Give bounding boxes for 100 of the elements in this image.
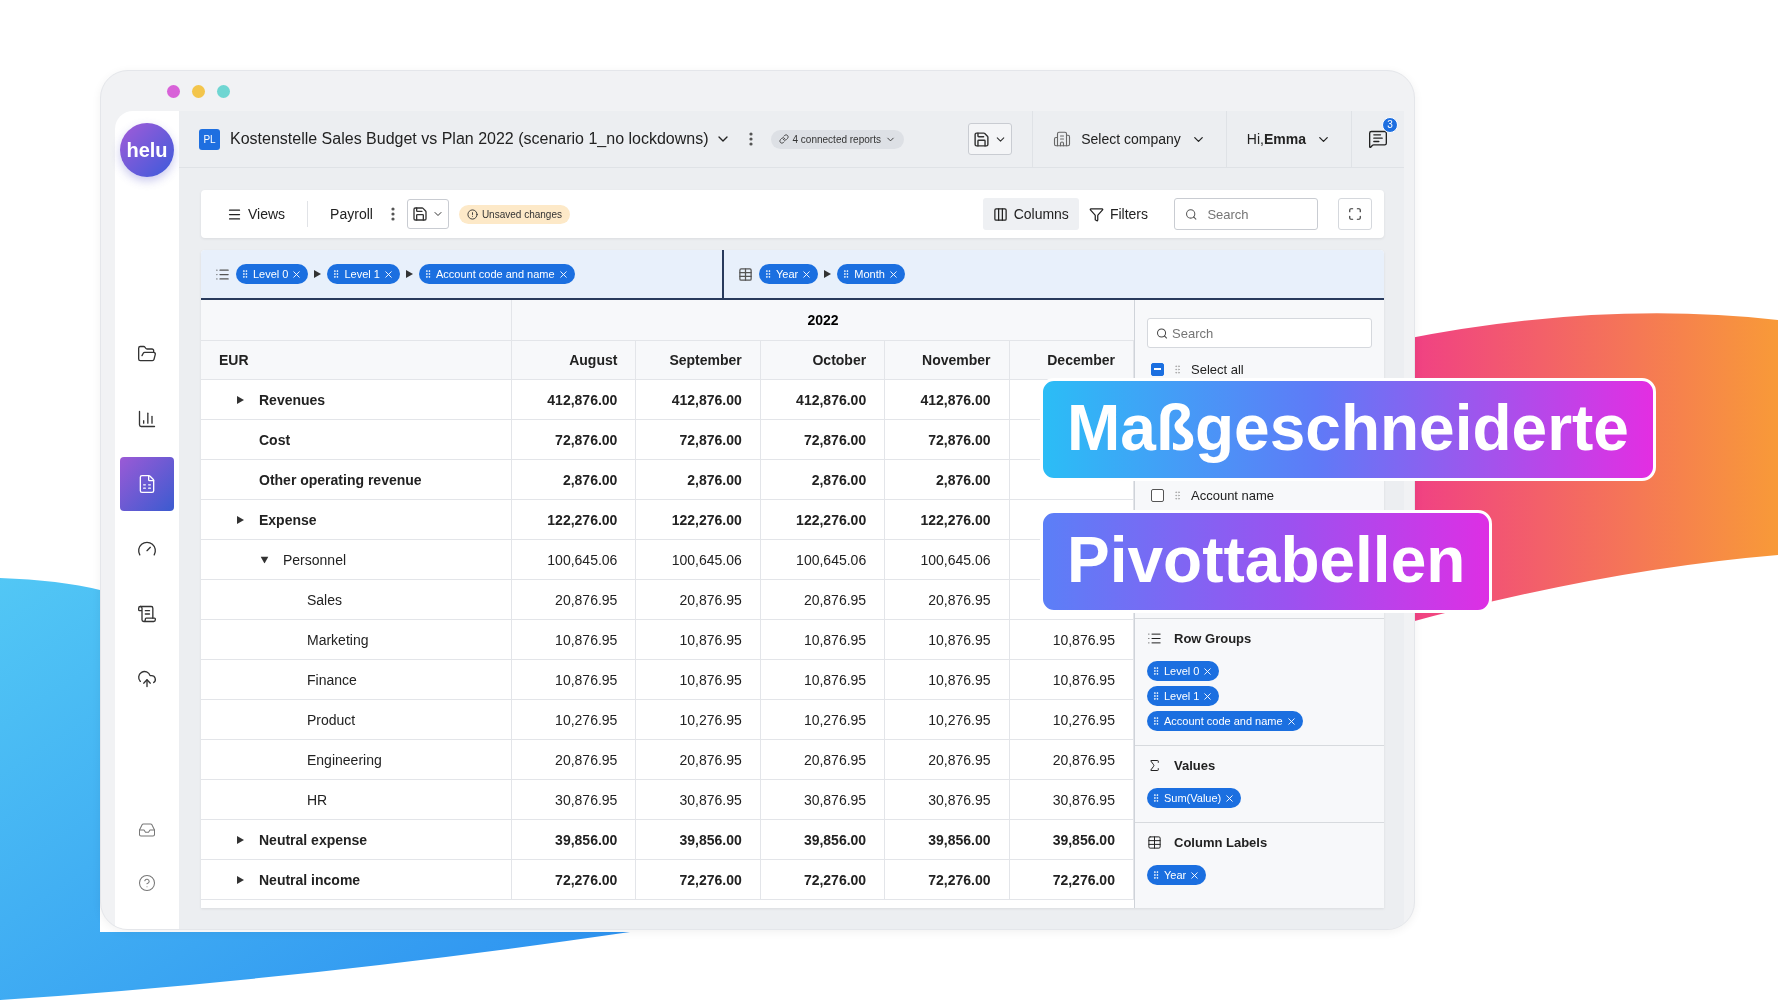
table-cell: 39,856.00 bbox=[760, 820, 886, 859]
field-chip[interactable]: Account code and name bbox=[1147, 711, 1303, 731]
cloud-icon bbox=[137, 669, 157, 689]
spreadsheet-icon bbox=[137, 474, 157, 494]
views-button[interactable]: Views bbox=[217, 198, 296, 230]
table-cell: 412,876.00 bbox=[512, 380, 637, 419]
column-header: November bbox=[885, 341, 1010, 379]
more-button[interactable] bbox=[390, 207, 395, 221]
more-icon bbox=[748, 132, 753, 146]
close-icon bbox=[887, 268, 899, 280]
grip-icon bbox=[240, 269, 250, 279]
close-icon bbox=[1202, 690, 1214, 702]
table-cell: 10,876.95 bbox=[636, 620, 761, 659]
search-field[interactable]: Search bbox=[1174, 198, 1318, 230]
table-cell: 10,276.95 bbox=[636, 700, 761, 739]
list-icon bbox=[1147, 631, 1162, 646]
field-chip[interactable]: Level 0 bbox=[1147, 661, 1220, 681]
grip-icon bbox=[1151, 666, 1161, 676]
row-label: Cost bbox=[259, 431, 291, 448]
expand-toggle[interactable] bbox=[235, 834, 245, 845]
grip-icon bbox=[1172, 489, 1183, 501]
save-button[interactable] bbox=[968, 123, 1013, 155]
more-button[interactable] bbox=[748, 132, 753, 146]
close-icon bbox=[801, 268, 813, 280]
document-icon bbox=[137, 604, 157, 624]
table-cell: 122,276.00 bbox=[760, 500, 886, 539]
sigma-icon bbox=[1147, 758, 1162, 773]
table-cell: 72,876.00 bbox=[760, 420, 886, 459]
field-chip[interactable]: Year bbox=[759, 264, 819, 284]
field-chip[interactable]: Month bbox=[837, 264, 905, 284]
column-header: August bbox=[512, 341, 637, 379]
field-chip[interactable]: Year bbox=[1147, 865, 1207, 885]
column-group-header: 2022 bbox=[806, 311, 840, 330]
company-select[interactable]: Select company bbox=[1032, 110, 1226, 168]
user-menu[interactable]: Hi,Emma bbox=[1225, 110, 1351, 168]
messages-button[interactable]: 3 bbox=[1351, 110, 1404, 168]
headline-banner: Pivottabellen bbox=[1040, 510, 1493, 614]
row-label: Engineering bbox=[307, 751, 382, 768]
table-cell: 10,276.95 bbox=[760, 700, 886, 739]
view-name[interactable]: Payroll bbox=[320, 198, 383, 230]
arrow-icon bbox=[824, 270, 832, 278]
table-cell: 72,276.00 bbox=[512, 860, 637, 899]
table-cell: 39,856.00 bbox=[636, 820, 761, 859]
columns-icon bbox=[992, 206, 1008, 222]
field-label: Account name bbox=[1191, 487, 1275, 503]
table-cell: 72,876.00 bbox=[512, 420, 637, 459]
field-chip[interactable]: Level 1 bbox=[327, 264, 400, 284]
field-chip[interactable]: Level 1 bbox=[1147, 686, 1220, 706]
search-input[interactable]: Search bbox=[1170, 324, 1363, 342]
alert-icon bbox=[466, 208, 478, 220]
tray-icon bbox=[138, 821, 156, 839]
table-cell: 72,876.00 bbox=[636, 420, 761, 459]
section-title: Row Groups bbox=[1174, 631, 1252, 646]
search-field[interactable]: Search bbox=[1147, 318, 1372, 348]
field-label: Select all bbox=[1191, 361, 1244, 377]
bar-chart-icon bbox=[137, 409, 157, 429]
table-icon bbox=[738, 266, 753, 282]
close-icon bbox=[1224, 792, 1236, 804]
checkbox[interactable] bbox=[1151, 362, 1164, 376]
unsaved-changes-badge: Unsaved changes bbox=[458, 204, 570, 224]
table-cell: 122,276.00 bbox=[636, 500, 761, 539]
connected-reports-button[interactable]: 4 connected reports bbox=[770, 129, 904, 149]
field-chip[interactable]: Account code and name bbox=[418, 264, 575, 284]
report-title[interactable]: Kostenstelle Sales Budget vs Plan 2022 (scenario 1_no lockdowns) bbox=[230, 130, 731, 148]
table-cell: 30,876.95 bbox=[885, 780, 1010, 819]
save-button[interactable] bbox=[406, 199, 449, 229]
window-control[interactable] bbox=[167, 84, 180, 98]
table-cell: 30,876.95 bbox=[636, 780, 761, 819]
table-cell: 20,876.95 bbox=[512, 580, 637, 619]
row-label: Product bbox=[307, 711, 356, 728]
table-cell: 30,876.95 bbox=[760, 780, 886, 819]
table-cell: 72,276.00 bbox=[760, 860, 886, 899]
table-cell: 20,876.95 bbox=[636, 740, 761, 779]
expand-toggle[interactable] bbox=[235, 874, 245, 885]
fullscreen-button[interactable] bbox=[1338, 198, 1372, 230]
search-input[interactable]: Search bbox=[1205, 205, 1307, 223]
expand-toggle[interactable] bbox=[235, 394, 245, 405]
table-cell: 10,876.95 bbox=[512, 660, 637, 699]
table-cell: 100,645.06 bbox=[512, 540, 637, 579]
building-icon bbox=[1053, 130, 1072, 148]
section-title: Column Labels bbox=[1174, 835, 1268, 850]
expand-toggle[interactable] bbox=[259, 554, 269, 565]
table-icon bbox=[1147, 835, 1162, 850]
table-cell: 39,856.00 bbox=[1009, 820, 1134, 859]
grip-icon bbox=[1151, 870, 1161, 880]
field-chip[interactable]: Level 0 bbox=[236, 264, 309, 284]
message-icon bbox=[1368, 129, 1388, 149]
checkbox[interactable] bbox=[1151, 488, 1164, 502]
currency-header: EUR bbox=[219, 352, 249, 368]
column-header: September bbox=[636, 341, 761, 379]
filters-button[interactable]: Filters bbox=[1078, 198, 1158, 230]
table-cell: 30,876.95 bbox=[1009, 780, 1134, 819]
table-cell: 412,876.00 bbox=[760, 380, 886, 419]
row-label: HR bbox=[307, 791, 328, 808]
nav-button[interactable] bbox=[120, 457, 174, 511]
field-chip[interactable]: Sum(Value) bbox=[1147, 788, 1242, 808]
search-icon bbox=[1185, 206, 1198, 222]
close-icon bbox=[1285, 715, 1297, 727]
columns-button[interactable]: Columns bbox=[982, 198, 1079, 230]
expand-toggle[interactable] bbox=[235, 514, 245, 525]
